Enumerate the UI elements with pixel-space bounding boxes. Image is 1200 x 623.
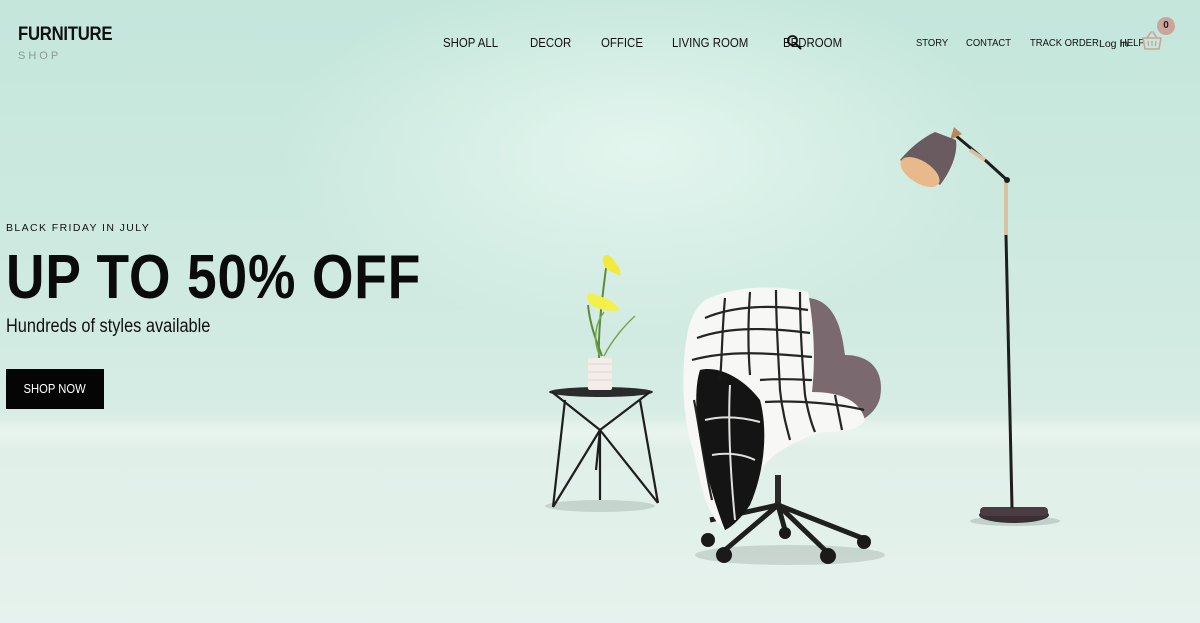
- nav-decor[interactable]: DECOR: [530, 35, 571, 50]
- promo-subhead: Hundreds of styles available: [6, 316, 211, 337]
- nav-contact[interactable]: CONTACT: [966, 37, 1011, 49]
- nav-living-room[interactable]: LIVING ROOM: [672, 35, 748, 50]
- floor-horizon: [0, 418, 1200, 448]
- promo-headline: UP TO 50% OFF: [6, 243, 422, 312]
- login-link[interactable]: Log In: [1099, 38, 1128, 50]
- search-icon[interactable]: [786, 34, 802, 50]
- nav-story[interactable]: STORY: [916, 37, 948, 49]
- nav-shop-all[interactable]: SHOP ALL: [443, 35, 498, 50]
- cart-count-badge: 0: [1157, 17, 1175, 35]
- shop-now-button[interactable]: SHOP NOW: [6, 369, 104, 409]
- nav-track-order[interactable]: TRACK ORDER: [1030, 37, 1099, 49]
- brand-name: FURNITURE: [18, 24, 113, 45]
- nav-office[interactable]: OFFICE: [601, 35, 643, 50]
- brand-logo[interactable]: FURNITURE SHOP: [18, 24, 125, 62]
- promo-eyebrow: BLACK FRIDAY IN JULY: [6, 222, 151, 234]
- basket-icon[interactable]: [1141, 30, 1163, 52]
- shop-now-label: SHOP NOW: [23, 382, 87, 396]
- main-navigation: SHOP ALL DECOR OFFICE LIVING ROOM BEDROO…: [443, 35, 874, 50]
- brand-tagline: SHOP: [18, 50, 62, 62]
